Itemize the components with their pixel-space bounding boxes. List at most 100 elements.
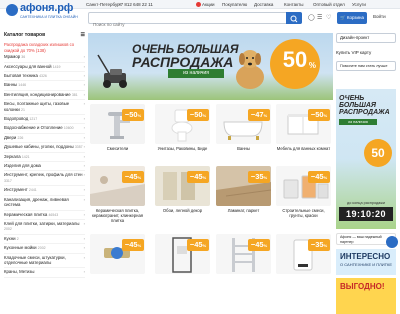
- catalog-item-label: Вентиляция, кондиционирование: [4, 91, 71, 97]
- catalog-item-label: Краны, Метизы: [4, 269, 35, 275]
- catalog-item[interactable]: Изделия для дома ›: [4, 162, 85, 172]
- catalog-item[interactable]: Кладочные смеси, штукатурки, отделочные …: [4, 254, 85, 269]
- category-caption: Строительные смеси, грунты, краски: [282, 208, 325, 218]
- chevron-right-icon: ›: [83, 269, 85, 275]
- profitable-banner[interactable]: ВЫГОДНО!: [336, 278, 396, 314]
- catalog-item-label: Водоснабжение и Отопление: [4, 125, 63, 131]
- sale-dot-icon: [196, 2, 201, 8]
- chevron-right-icon: ›: [83, 220, 85, 226]
- nav-akcii[interactable]: Акции: [196, 2, 215, 8]
- feedback-button[interactable]: Помогите нам стать лучше: [336, 61, 396, 71]
- catalog-item[interactable]: Мрамор 36 ›: [4, 53, 85, 63]
- city-selector[interactable]: Санкт-Петербург: [86, 2, 121, 7]
- discount-value: 45: [129, 172, 138, 181]
- catalog-item[interactable]: Весы, поэтажные щиты, газовые колонки 21…: [4, 100, 85, 116]
- catalog-item-count: 10600: [63, 126, 74, 131]
- compare-icon[interactable]: ☰: [317, 14, 322, 21]
- chevron-right-icon: ›: [83, 82, 85, 88]
- catalog-item-label: Инструмент: [4, 187, 28, 193]
- nav-optovy[interactable]: Оптовый отдел: [313, 2, 345, 7]
- catalog-item[interactable]: Инструмент 2441 ›: [4, 186, 85, 196]
- percent-sign: %: [263, 175, 268, 180]
- search-input[interactable]: [89, 19, 279, 30]
- catalog-item[interactable]: Клей для плитки, затирки, материалы 2002…: [4, 220, 85, 235]
- chevron-right-icon: ›: [83, 163, 85, 169]
- chevron-right-icon: ›: [83, 153, 85, 159]
- chevron-right-icon: ›: [83, 245, 85, 251]
- catalog-item[interactable]: Аксессуары для ванной 1419 ›: [4, 63, 85, 72]
- catalog-title[interactable]: Каталог товаров ☰: [4, 32, 85, 40]
- dog-image: [236, 50, 264, 89]
- design-project-button[interactable]: Дизайн-проект: [336, 33, 396, 43]
- catalog-item[interactable]: Душевые кабины, уголки, поддоны 3357 ›: [4, 143, 85, 153]
- hero-discount-badge: 50%: [270, 39, 320, 89]
- catalog-item[interactable]: Водопровод 1217 ›: [4, 115, 85, 125]
- discount-badge: −35%: [248, 171, 270, 183]
- catalog-item[interactable]: Канализация, дренаж, ливневая система ›: [4, 196, 85, 211]
- search-button[interactable]: [286, 12, 302, 24]
- hero-badge-percent: %: [308, 61, 316, 70]
- nav-dostavka[interactable]: Доставка: [254, 2, 273, 7]
- discount-badge: −47%: [248, 109, 270, 121]
- discount-value: 50: [129, 110, 138, 119]
- discount-value: 45: [255, 240, 264, 249]
- vip-card-link[interactable]: Купить VIP карту: [336, 49, 396, 57]
- catalog-item[interactable]: Кухни 2 ›: [4, 235, 85, 245]
- side-banner-ribbon: из наличия: [339, 119, 377, 125]
- catalog-item[interactable]: Инструмент, крепеж, профиль для стен 331…: [4, 171, 85, 187]
- login-link[interactable]: Войти: [373, 14, 386, 19]
- catalog-item[interactable]: Бытовая техника 4326 ›: [4, 72, 85, 82]
- catalog-item[interactable]: Водоснабжение и Отопление 10600 ›: [4, 124, 85, 134]
- chevron-right-icon: ›: [83, 91, 85, 97]
- catalog-promo-item[interactable]: Распродажа складских излишков со скидкой…: [4, 42, 85, 53]
- catalog-item[interactable]: Ванны 1446 ›: [4, 81, 85, 91]
- catalog-item-count: 2002: [37, 246, 46, 251]
- discount-badge: −45%: [248, 239, 270, 251]
- cart-button[interactable]: 🛒 Корзина: [337, 12, 367, 24]
- category-caption: Мебель для ванных комнат: [276, 146, 331, 151]
- countdown-label: до конца распродажи: [347, 201, 385, 205]
- side-banner-line3: РАСПРОДАЖА: [339, 109, 390, 116]
- phone-number[interactable]: +7 812 648 22 11: [118, 2, 153, 7]
- discount-value: 50: [315, 110, 324, 119]
- chevron-right-icon: ›: [83, 134, 85, 140]
- catalog-item-count: 1421: [21, 154, 30, 159]
- catalog-item-label: Мрамор: [4, 54, 21, 60]
- catalog-item[interactable]: Зеркала 1421 ›: [4, 153, 85, 163]
- catalog-item-count: 381: [71, 92, 78, 97]
- category-caption: Унитазы, Раковины, Биде: [157, 146, 208, 151]
- discount-value: 45: [194, 240, 203, 249]
- side-banner-line1: ОЧЕНЬ: [339, 95, 365, 102]
- catalog-item-count: 3357: [74, 145, 83, 150]
- chat-button[interactable]: [386, 236, 398, 248]
- interesting-banner[interactable]: ИНТЕРЕСНО О САНТЕХНИКЕ И ПЛИТКЕ: [336, 249, 396, 275]
- catalog-item-label: Бытовая техника: [4, 73, 38, 78]
- catalog-item-count: 36: [21, 55, 26, 60]
- catalog-item[interactable]: Вентиляция, кондиционирование 381 ›: [4, 91, 85, 101]
- catalog-item[interactable]: Двери 226 ›: [4, 134, 85, 144]
- catalog-item-count: 46543: [48, 212, 59, 217]
- favorites-icon[interactable]: ♡: [326, 14, 331, 21]
- side-banner-title: ОЧЕНЬ БОЛЬШАЯ РАСПРОДАЖА: [339, 95, 390, 116]
- discount-badge: −45%: [187, 171, 209, 183]
- catalog-item-label: Кухонные мойки: [4, 245, 37, 251]
- cart-icon: 🛒: [339, 15, 346, 20]
- discount-value: 45: [315, 172, 324, 181]
- percent-sign: %: [323, 175, 328, 180]
- catalog-sidebar: Каталог товаров ☰ Распродажа складских из…: [4, 32, 85, 281]
- nav-uslugi[interactable]: Услуги: [352, 2, 366, 7]
- account-icon[interactable]: ◯: [308, 14, 315, 21]
- percent-sign: %: [137, 113, 142, 118]
- nav-kontakty[interactable]: Контакты: [284, 2, 303, 7]
- side-sale-banner[interactable]: ОЧЕНЬ БОЛЬШАЯ РАСПРОДАЖА из наличия 50 д…: [336, 89, 396, 229]
- nav-pokupatelyu[interactable]: Покупателю: [222, 2, 247, 7]
- catalog-item[interactable]: Кухонные мойки 2002 ›: [4, 244, 85, 254]
- hero-banner[interactable]: ОЧЕНЬ БОЛЬШАЯ РАСПРОДАЖА из наличия 50%: [88, 33, 333, 100]
- countdown-timer: 19:10:20: [339, 207, 393, 221]
- discount-badge: −50%: [122, 109, 144, 121]
- discount-value: 35: [255, 172, 264, 181]
- chevron-right-icon: ›: [83, 235, 85, 241]
- catalog-item[interactable]: Керамическая плитка 46543 ›: [4, 211, 85, 220]
- catalog-item[interactable]: Краны, Метизы ›: [4, 268, 85, 278]
- discount-badge: −45%: [308, 171, 330, 183]
